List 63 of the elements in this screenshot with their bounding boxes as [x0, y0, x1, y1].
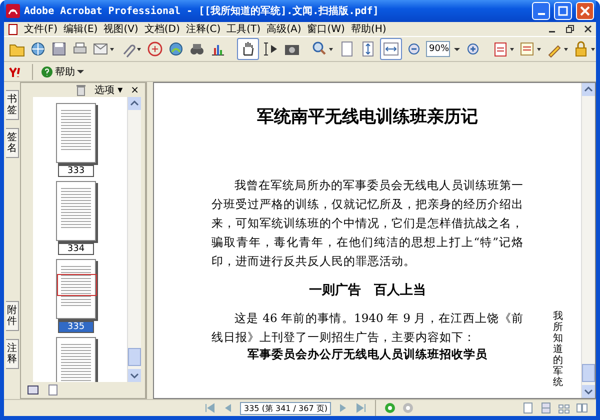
- page-thumbnail[interactable]: [56, 259, 96, 319]
- maximize-icon: [558, 6, 568, 16]
- close-panel-button[interactable]: ×: [130, 84, 139, 96]
- fit-width-icon[interactable]: [380, 38, 402, 60]
- scrollbar[interactable]: [581, 83, 595, 398]
- menu-item[interactable]: 帮助(H): [350, 22, 386, 36]
- notice-heading: 军事委员会办公厅无线电人员训练班招收学员: [246, 347, 488, 362]
- thumbnail-view-icon[interactable]: [27, 384, 39, 396]
- side-tab[interactable]: 附件: [6, 301, 19, 331]
- close-button[interactable]: [576, 2, 594, 20]
- help-icon: [41, 66, 53, 78]
- menu-item[interactable]: 编辑(E): [64, 22, 98, 36]
- menu-item[interactable]: 注释(C): [186, 22, 221, 36]
- page-thumbnail[interactable]: [56, 103, 96, 163]
- trash-icon[interactable]: [76, 84, 86, 96]
- page-thumbnail[interactable]: [56, 337, 96, 382]
- side-tab[interactable]: 签名: [6, 128, 19, 158]
- document-title: 军统南平无线电训练班亲历记: [256, 106, 479, 128]
- paragraph: 这是 46 年前的事情。1940 年 9 月，在江西上饶《前线日报》上刊登了一则招生广告，主要内容如下：: [212, 310, 524, 346]
- scroll-up-icon[interactable]: [128, 97, 141, 110]
- scroll-down-icon[interactable]: [128, 369, 141, 382]
- zoom-field[interactable]: 90%: [426, 41, 450, 57]
- scroll-up-icon[interactable]: [582, 83, 595, 96]
- hand-icon[interactable]: [237, 38, 259, 60]
- page-number-label: 333: [58, 165, 94, 177]
- menu-item[interactable]: 文档(D): [144, 22, 180, 36]
- minimize-icon: [538, 13, 544, 15]
- page-number-field[interactable]: 335 (第 341 / 367 页): [240, 402, 332, 414]
- close-icon[interactable]: [584, 25, 592, 33]
- page-number-label: 335: [58, 321, 94, 333]
- pdf-icon: [6, 4, 20, 18]
- maximize-button[interactable]: [554, 2, 572, 20]
- help-button[interactable]: 帮助: [39, 64, 86, 78]
- two-page-icon[interactable]: [576, 402, 588, 414]
- scroll-thumb[interactable]: [128, 348, 141, 366]
- menu-item[interactable]: 视图(V): [104, 22, 138, 36]
- paragraph: 我曾在军统局所办的军事委员会无线电人员训练班第一分班受过严格的训练，仅就记忆所及，把亲身的经历介绍出来，可知军统训练班的个中情况，它们是怎样借抗战之名，骗取青年，毒化青年，在他们纯洁的思想上打上“特”记烙印，进而进行反共反人民的罪恶活动。: [212, 177, 524, 270]
- page-icon[interactable]: [47, 384, 59, 396]
- options-menu[interactable]: 选项 ▾: [94, 83, 123, 97]
- continuous-page-icon[interactable]: [540, 402, 552, 414]
- single-page-icon[interactable]: [522, 402, 534, 414]
- page-thumbnail[interactable]: [56, 181, 96, 241]
- scroll-down-icon[interactable]: [582, 385, 595, 398]
- menu-item[interactable]: 窗口(W): [307, 22, 345, 36]
- margin-note: 我所知道的军统: [553, 311, 563, 388]
- view-area-frame[interactable]: [57, 274, 97, 296]
- menu-item[interactable]: 高级(A): [266, 22, 302, 36]
- menu-item[interactable]: 文件(F): [24, 22, 58, 36]
- side-tab[interactable]: 注释: [6, 339, 19, 369]
- save-icon[interactable]: [50, 40, 68, 58]
- close-icon: [580, 6, 590, 16]
- facing-pages-icon[interactable]: [558, 402, 570, 414]
- menu-item[interactable]: 工具(T): [226, 22, 261, 36]
- side-tab[interactable]: 书签: [6, 90, 19, 120]
- caret-icon: [77, 68, 84, 74]
- restore-icon[interactable]: [566, 25, 574, 33]
- scrollbar[interactable]: [127, 97, 141, 382]
- minimize-button[interactable]: [532, 2, 550, 20]
- lock-icon[interactable]: [573, 40, 598, 58]
- window-title: Adobe Acrobat Professional - [[我所知道的军统].文闻.扫描版.pdf]: [24, 4, 380, 18]
- scroll-thumb[interactable]: [582, 364, 595, 382]
- page-number-label: 334: [58, 243, 94, 255]
- section-heading: 一则广告 百人上当: [308, 282, 427, 299]
